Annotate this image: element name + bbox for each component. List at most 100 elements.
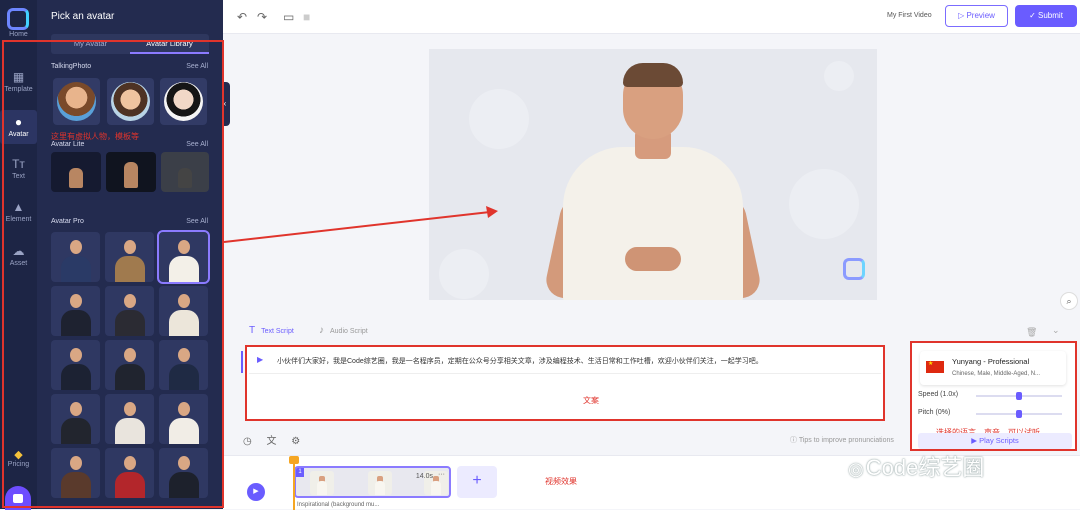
submit-button[interactable]: ✓ Submit: [1015, 5, 1077, 27]
clip-index-badge: 1: [296, 468, 304, 477]
watermark: ◎Code综艺圈: [848, 450, 984, 482]
chat-icon[interactable]: [5, 486, 31, 510]
section-talking-photo: TalkingPhoto: [51, 63, 92, 70]
rail-home-label: Home: [9, 31, 28, 38]
settings-icon[interactable]: ⚙: [291, 436, 300, 447]
avatar-pro-card[interactable]: [51, 394, 100, 444]
play-scripts-button[interactable]: ▶ Play Scripts: [918, 433, 1072, 449]
avatar-pro-card[interactable]: [51, 448, 100, 498]
avatar-pro-card[interactable]: [105, 340, 154, 390]
avatar-pro-card[interactable]: [159, 448, 208, 498]
avatar-lite-card[interactable]: [161, 152, 209, 192]
tab-avatar-library[interactable]: Avatar Library: [130, 34, 209, 54]
script-editor[interactable]: ▶ 小伙伴们大家好，我是Code综艺圈，我是一名程序员，定期在公众号分享相关文章…: [241, 345, 885, 421]
video-annotation: 视频效果: [545, 477, 577, 486]
rail-avatar-label: Avatar: [8, 131, 29, 138]
text-icon: Tт: [12, 157, 25, 171]
pitch-slider-handle[interactable]: [1016, 410, 1022, 418]
zoom-icon[interactable]: ⌕: [1060, 292, 1078, 310]
avatar-pro-card-selected[interactable]: [157, 230, 210, 284]
add-scene-button[interactable]: +: [457, 466, 497, 498]
person-icon: ●: [14, 115, 23, 129]
avatar-pro-card[interactable]: [159, 394, 208, 444]
playhead[interactable]: [289, 456, 299, 510]
monitor-icon[interactable]: ▭: [283, 10, 294, 24]
script-text[interactable]: 小伙伴们大家好，我是Code综艺圈，我是一名程序员，定期在公众号分享相关文章，涉…: [277, 356, 873, 366]
rail-home[interactable]: Home: [0, 31, 37, 38]
timeline-play-button[interactable]: ▶: [247, 483, 265, 501]
avatar-panel: Pick an avatar My Avatar Avatar Library …: [37, 0, 223, 509]
talking-photo-card[interactable]: [107, 78, 154, 125]
diamond-icon: ◆: [14, 449, 23, 461]
cloud-upload-icon: ☁: [12, 244, 25, 258]
avatar-pro-card[interactable]: [105, 394, 154, 444]
brand-watermark-icon: [843, 258, 865, 280]
translate-icon[interactable]: 文: [267, 436, 277, 447]
play-outline-icon: ▷: [958, 11, 965, 20]
template-icon: ▦: [12, 70, 25, 84]
rail-pricing-label: Pricing: [7, 461, 30, 468]
info-icon: ⓘ: [790, 437, 797, 444]
pitch-slider[interactable]: [976, 410, 1062, 418]
square-icon[interactable]: ■: [303, 10, 310, 24]
speed-slider-handle[interactable]: [1016, 392, 1022, 400]
see-all-avatar-lite[interactable]: See All: [186, 141, 208, 148]
watermark-text: Code综艺圈: [865, 455, 985, 480]
rail-element[interactable]: ▲ Element: [0, 200, 37, 223]
element-icon: ▲: [12, 200, 25, 214]
see-all-talking-photo[interactable]: See All: [186, 63, 208, 70]
speed-label: Speed (1.0x): [918, 391, 959, 398]
avatar-pro-card[interactable]: [159, 286, 208, 336]
tab-my-avatar[interactable]: My Avatar: [51, 34, 130, 54]
play-icon[interactable]: ▶: [257, 355, 263, 364]
avatar-pro-card[interactable]: [105, 286, 154, 336]
voice-settings: Yunyang - Professional Chinese, Male, Mi…: [910, 341, 1077, 451]
music-track-label[interactable]: Inspirational (background mu...: [297, 502, 379, 508]
china-flag-icon: [926, 360, 944, 373]
avatar-pro-card[interactable]: [51, 340, 100, 390]
video-name[interactable]: My First Video: [887, 12, 932, 19]
video-canvas[interactable]: [429, 49, 877, 300]
avatar-pro-card[interactable]: [51, 286, 100, 336]
avatar-pro-card[interactable]: [159, 340, 208, 390]
avatar-pro-card[interactable]: [105, 448, 154, 498]
talking-photo-card[interactable]: [53, 78, 100, 125]
tab-audio-script[interactable]: ♪ Audio Script: [319, 325, 368, 336]
rail-text[interactable]: Tт Text: [0, 157, 37, 180]
more-icon[interactable]: ···: [438, 471, 445, 478]
talking-photo-card[interactable]: [160, 78, 207, 125]
avatar-pro-card[interactable]: [105, 232, 154, 282]
section-avatar-lite: Avatar Lite: [51, 141, 85, 148]
avatar-pro-card[interactable]: [51, 232, 100, 282]
tab-text-script[interactable]: T Text Script: [249, 325, 294, 336]
play-icon: ▶: [971, 436, 978, 445]
rail-asset[interactable]: ☁ Asset: [0, 244, 37, 267]
avatar-lite-card[interactable]: [106, 152, 156, 192]
avatar-lite-card[interactable]: [51, 152, 101, 192]
rail-asset-label: Asset: [9, 260, 28, 267]
see-all-avatar-pro[interactable]: See All: [186, 218, 208, 225]
microphone-icon: ♪: [319, 325, 324, 336]
voice-meta: Chinese, Male, Middle-Aged, N...: [952, 371, 1041, 377]
trash-icon[interactable]: 🗑: [1026, 327, 1037, 338]
panel-title: Pick an avatar: [51, 11, 115, 22]
tab-audio-script-label: Audio Script: [330, 328, 368, 335]
preview-button[interactable]: ▷ Preview: [945, 5, 1008, 27]
rail-element-label: Element: [5, 216, 32, 223]
redo-icon[interactable]: ↷: [257, 10, 267, 24]
rail-avatar[interactable]: ● Avatar: [0, 110, 37, 144]
rail-template-label: Template: [4, 86, 33, 93]
play-scripts-label: Play Scripts: [979, 436, 1019, 445]
undo-icon[interactable]: ↶: [237, 10, 247, 24]
rail-template[interactable]: ▦ Template: [0, 70, 37, 93]
rail-pricing[interactable]: ◆ Pricing: [0, 448, 37, 468]
chevron-down-icon[interactable]: ⌄: [1052, 325, 1060, 336]
clock-icon[interactable]: ◷: [243, 436, 252, 447]
app-logo-icon[interactable]: [7, 8, 29, 30]
submit-label: Submit: [1038, 11, 1063, 20]
speed-slider[interactable]: [976, 392, 1062, 400]
timeline-clip[interactable]: 1 14.0s ···: [294, 466, 451, 498]
pronunciation-tips[interactable]: ⓘ Tips to improve pronunciations: [790, 435, 894, 445]
collapse-panel-button[interactable]: ‹: [220, 82, 230, 126]
voice-selector[interactable]: Yunyang - Professional Chinese, Male, Mi…: [920, 351, 1066, 385]
